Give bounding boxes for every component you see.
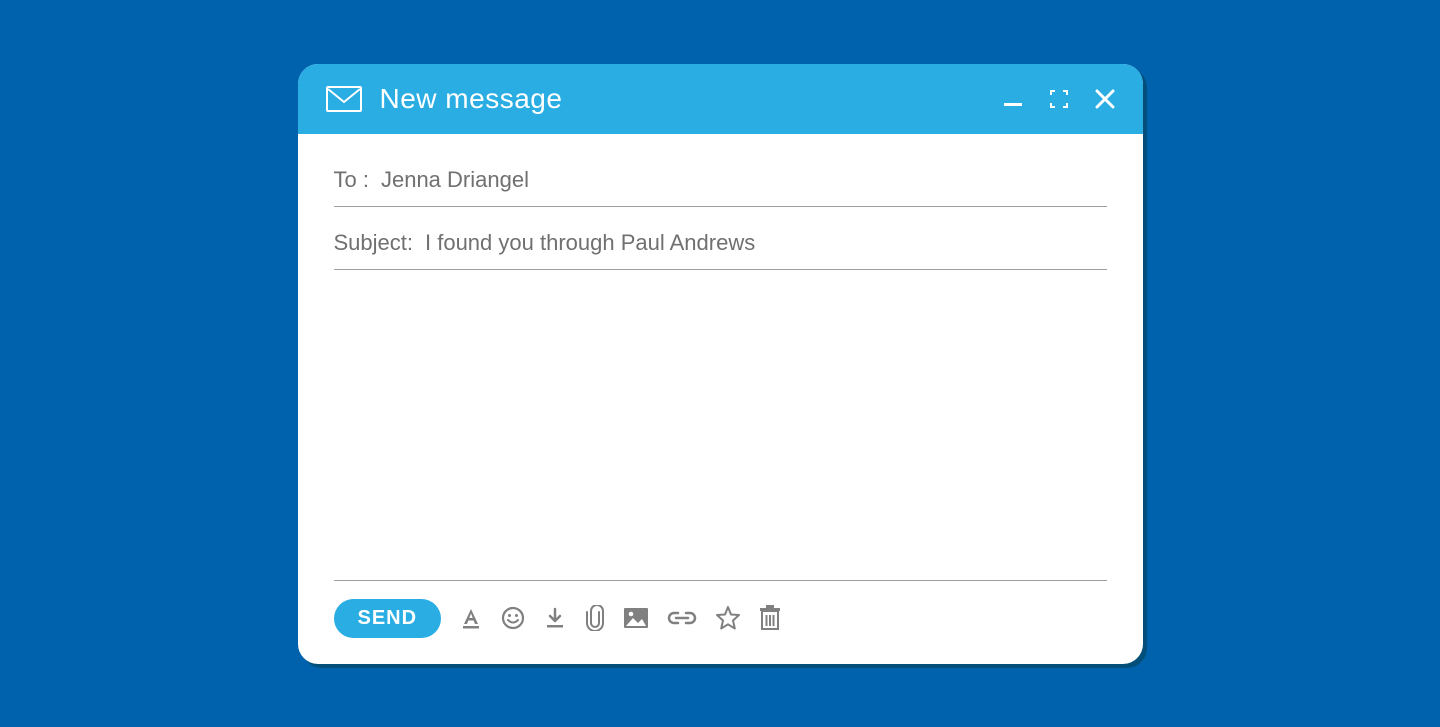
header-controls xyxy=(1003,89,1115,109)
star-icon[interactable] xyxy=(715,605,741,631)
header-title-wrap: New message xyxy=(326,83,1003,115)
send-button[interactable]: SEND xyxy=(334,599,442,638)
compose-title: New message xyxy=(380,83,563,115)
envelope-icon xyxy=(326,86,362,112)
compose-header: New message xyxy=(298,64,1143,134)
to-field-row: To : xyxy=(334,158,1107,207)
body-input[interactable] xyxy=(334,270,1107,580)
to-label: To : xyxy=(334,167,369,193)
subject-label: Subject: xyxy=(334,230,414,256)
to-input[interactable] xyxy=(379,166,1107,194)
subject-field-row: Subject: xyxy=(334,221,1107,270)
text-format-icon[interactable] xyxy=(459,606,483,630)
download-icon[interactable] xyxy=(543,606,567,630)
fields-area: To : Subject: xyxy=(298,134,1143,270)
compose-toolbar: SEND xyxy=(298,581,1143,664)
body-area xyxy=(334,270,1107,581)
attachment-icon[interactable] xyxy=(585,605,605,631)
emoji-icon[interactable] xyxy=(501,606,525,630)
minimize-icon[interactable] xyxy=(1003,89,1023,109)
fullscreen-icon[interactable] xyxy=(1049,89,1069,109)
subject-input[interactable] xyxy=(423,229,1107,257)
tool-icons xyxy=(459,605,781,631)
trash-icon[interactable] xyxy=(759,605,781,631)
close-icon[interactable] xyxy=(1095,89,1115,109)
compose-window: New message xyxy=(298,64,1143,664)
image-icon[interactable] xyxy=(623,607,649,629)
link-icon[interactable] xyxy=(667,610,697,626)
